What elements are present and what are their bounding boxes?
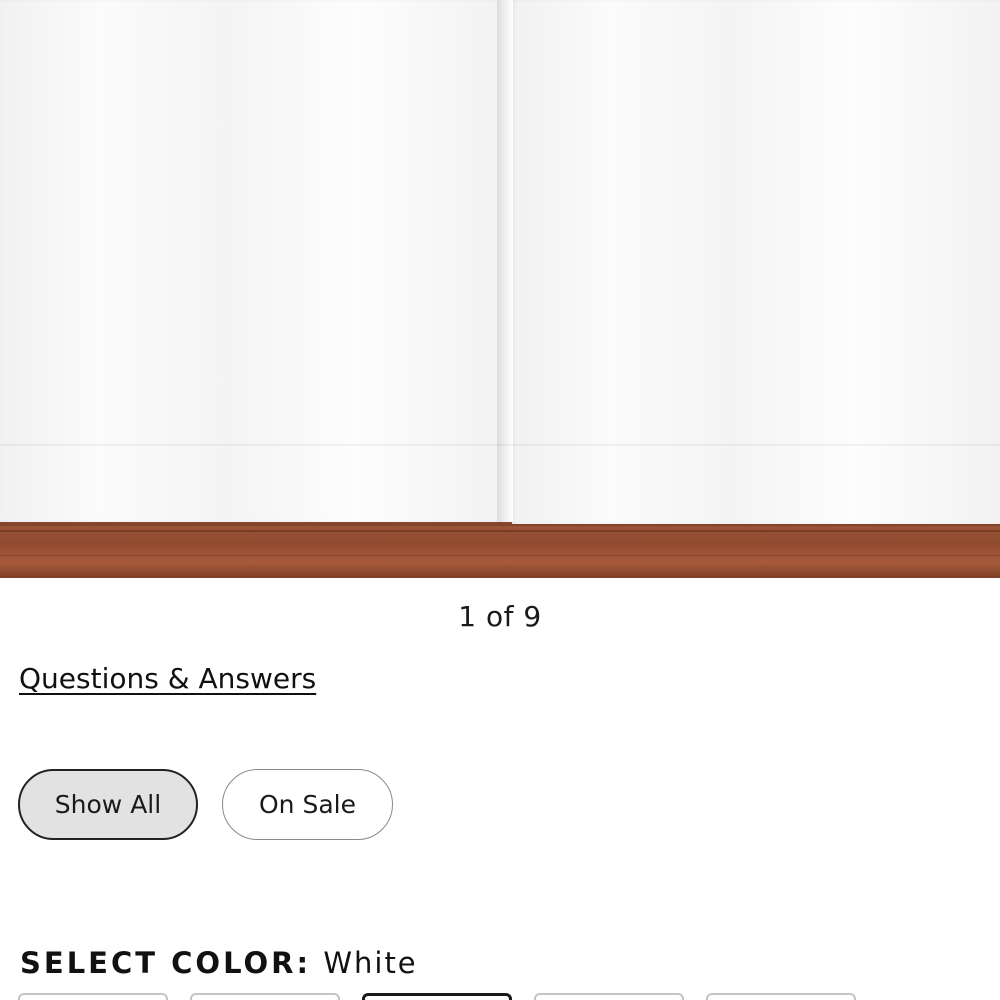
color-swatch-selected[interactable] [362,993,512,1000]
image-counter: 1 of 9 [458,600,542,633]
on-sale-button[interactable]: On Sale [222,769,393,840]
filter-group: Show All On Sale [18,769,393,840]
color-swatch[interactable] [534,993,684,1000]
select-color-label: SELECT COLOR: [20,946,312,980]
bedskirt-hem [0,444,1000,446]
color-swatch-list [18,993,856,1000]
questions-answers-link[interactable]: Questions & Answers [19,662,316,695]
color-swatch[interactable] [190,993,340,1000]
selected-color-value: White [323,946,418,980]
show-all-button[interactable]: Show All [18,769,198,840]
color-swatch[interactable] [18,993,168,1000]
color-swatch[interactable] [706,993,856,1000]
product-image[interactable] [0,0,1000,578]
select-color-heading: SELECT COLOR: White [20,946,418,980]
product-page: 1 of 9 Questions & Answers Show All On S… [0,0,1000,1000]
